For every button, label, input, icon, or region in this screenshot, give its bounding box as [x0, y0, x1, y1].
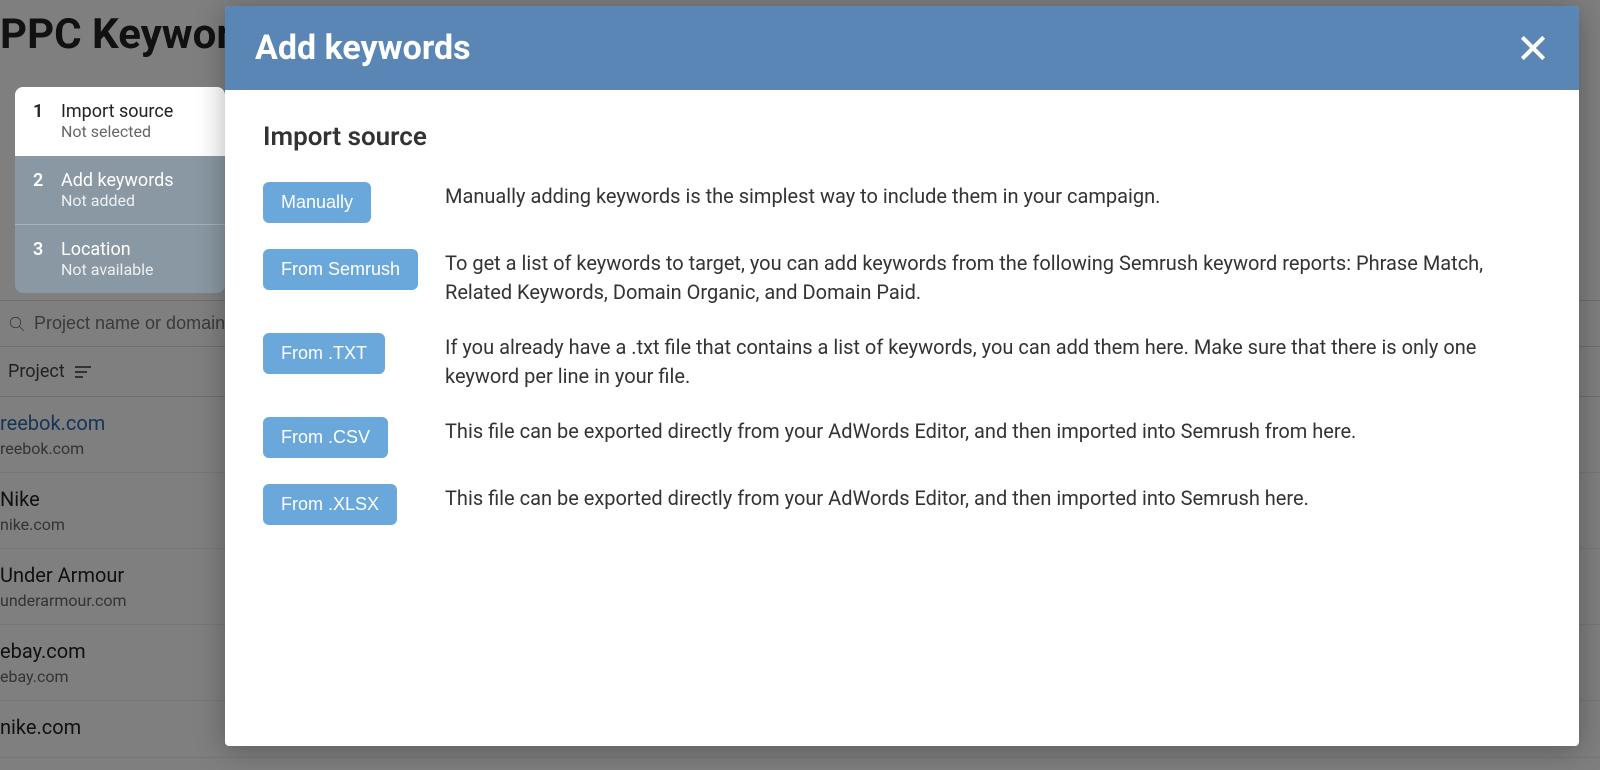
manually-button[interactable]: Manually [263, 182, 371, 223]
option-description: If you already have a .txt file that con… [445, 333, 1495, 391]
option-from-semrush: From Semrush To get a list of keywords t… [263, 249, 1541, 307]
import-options: Manually Manually adding keywords is the… [263, 182, 1541, 525]
step-label: Add keywords [61, 170, 174, 191]
option-description: This file can be exported directly from … [445, 484, 1309, 513]
option-from-txt: From .TXT If you already have a .txt fil… [263, 333, 1541, 391]
close-icon[interactable] [1517, 32, 1549, 64]
step-import-source[interactable]: 1 Import source Not selected [15, 87, 225, 156]
option-from-xlsx: From .XLSX This file can be exported dir… [263, 484, 1541, 525]
from-xlsx-button[interactable]: From .XLSX [263, 484, 397, 525]
option-manually: Manually Manually adding keywords is the… [263, 182, 1541, 223]
step-number: 2 [33, 170, 47, 210]
from-semrush-button[interactable]: From Semrush [263, 249, 418, 290]
wizard-steps: 1 Import source Not selected 2 Add keywo… [15, 87, 225, 293]
option-description: To get a list of keywords to target, you… [445, 249, 1495, 307]
from-txt-button[interactable]: From .TXT [263, 333, 385, 374]
modal-body: Import source Manually Manually adding k… [225, 90, 1579, 557]
step-label: Import source [61, 101, 173, 122]
option-description: This file can be exported directly from … [445, 417, 1356, 446]
from-csv-button[interactable]: From .CSV [263, 417, 388, 458]
modal-header: Add keywords [225, 6, 1579, 90]
step-status: Not available [61, 260, 154, 279]
step-status: Not added [61, 191, 174, 210]
section-title: Import source [263, 122, 1541, 152]
step-label: Location [61, 239, 154, 260]
step-number: 3 [33, 239, 47, 279]
step-status: Not selected [61, 122, 173, 141]
add-keywords-modal: Add keywords Import source Manually Manu… [225, 6, 1579, 746]
step-location[interactable]: 3 Location Not available [15, 225, 225, 293]
step-add-keywords[interactable]: 2 Add keywords Not added [15, 156, 225, 225]
step-number: 1 [33, 101, 47, 141]
modal-title: Add keywords [255, 28, 471, 68]
option-from-csv: From .CSV This file can be exported dire… [263, 417, 1541, 458]
option-description: Manually adding keywords is the simplest… [445, 182, 1160, 211]
